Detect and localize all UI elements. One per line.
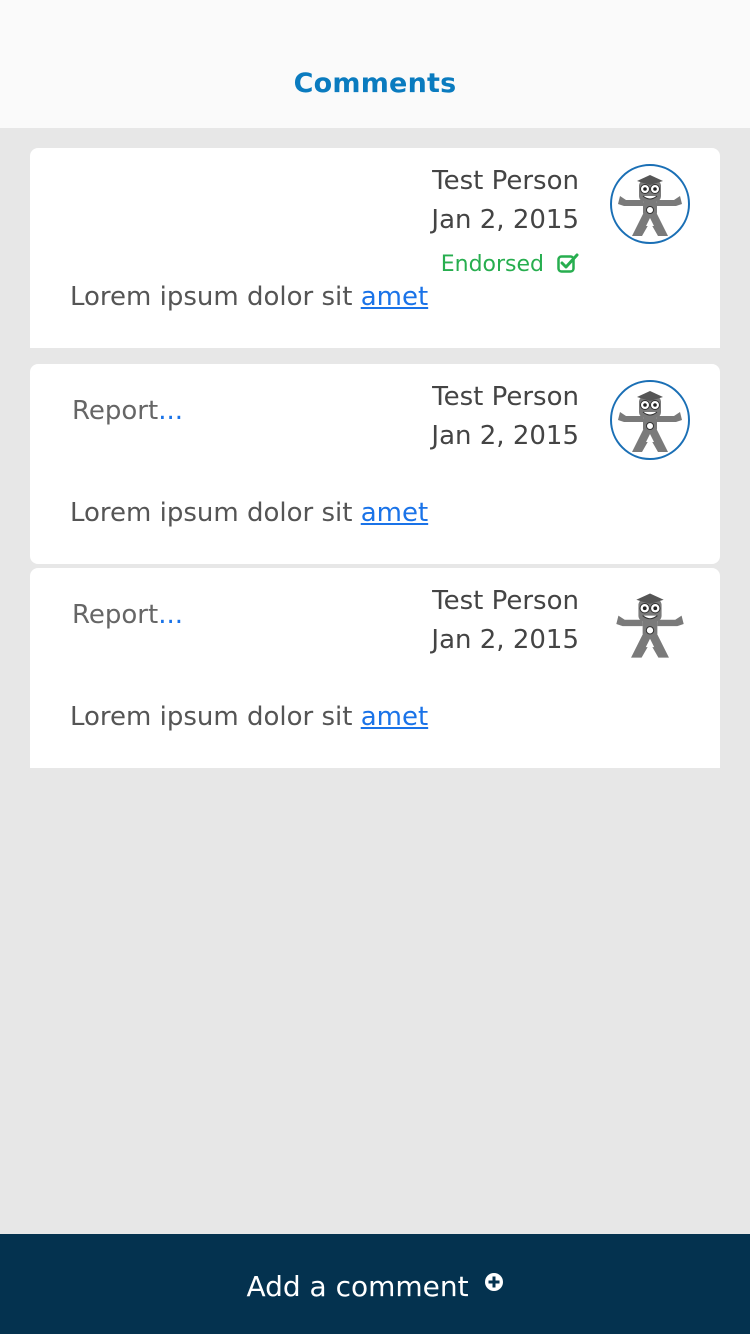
comment-author: Test Person <box>432 382 579 412</box>
check-square-icon <box>557 253 579 279</box>
comment-body: Lorem ipsum dolor sit <box>70 702 361 732</box>
comment-text: Lorem ipsum dolor sit amet <box>70 702 428 732</box>
comment-text: Lorem ipsum dolor sit amet <box>70 498 428 528</box>
comment-author: Test Person <box>432 586 579 616</box>
comment-body: Lorem ipsum dolor sit <box>70 282 361 312</box>
mascot-avatar-icon[interactable] <box>610 584 690 664</box>
endorsed-label: Endorsed <box>440 252 544 277</box>
report-button[interactable]: Report... <box>72 600 183 630</box>
report-label: Report <box>72 396 159 426</box>
report-dots: ... <box>158 600 183 630</box>
comment-link[interactable]: amet <box>361 498 428 528</box>
comment-author: Test Person <box>432 166 579 196</box>
report-dots: ... <box>158 396 183 426</box>
comment-card: Test Person Jan 2, 2015 Endorsed Lorem i… <box>30 148 720 348</box>
add-comment-label: Add a comment <box>246 1270 469 1303</box>
endorsed-badge: Endorsed <box>441 252 579 279</box>
comment-body: Lorem ipsum dolor sit <box>70 498 361 528</box>
plus-circle-icon <box>484 1266 504 1299</box>
report-button[interactable]: Report... <box>72 396 183 426</box>
comment-link[interactable]: amet <box>361 282 428 312</box>
comment-text: Lorem ipsum dolor sit amet <box>70 282 428 312</box>
comment-date: Jan 2, 2015 <box>431 625 579 655</box>
add-comment-row: Add a comment <box>0 1266 750 1303</box>
comment-date: Jan 2, 2015 <box>431 205 579 235</box>
page-title: Comments <box>293 68 457 99</box>
report-label: Report <box>72 600 159 630</box>
comment-card: Report... Test Person Jan 2, 2015 Lorem … <box>30 364 720 564</box>
top-header: Comments <box>0 0 750 128</box>
comment-link[interactable]: amet <box>361 702 428 732</box>
mascot-avatar-icon[interactable] <box>610 164 690 244</box>
mascot-avatar-icon[interactable] <box>610 380 690 460</box>
comment-card: Report... Test Person Jan 2, 2015 Lorem … <box>30 568 720 768</box>
add-comment-button[interactable]: Add a comment <box>0 1234 750 1334</box>
comment-date: Jan 2, 2015 <box>431 421 579 451</box>
